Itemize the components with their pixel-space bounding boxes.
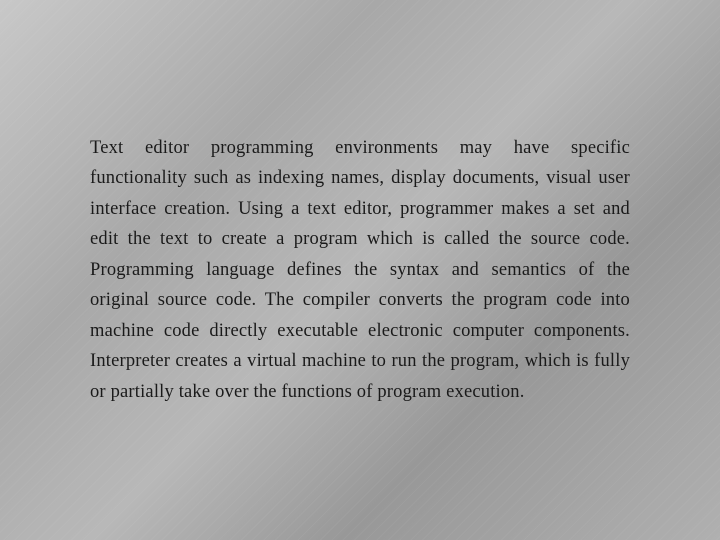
main-paragraph: Text editor programming environments may… — [90, 133, 630, 408]
content-box: Text editor programming environments may… — [50, 103, 670, 438]
page-background: Text editor programming environments may… — [0, 0, 720, 540]
